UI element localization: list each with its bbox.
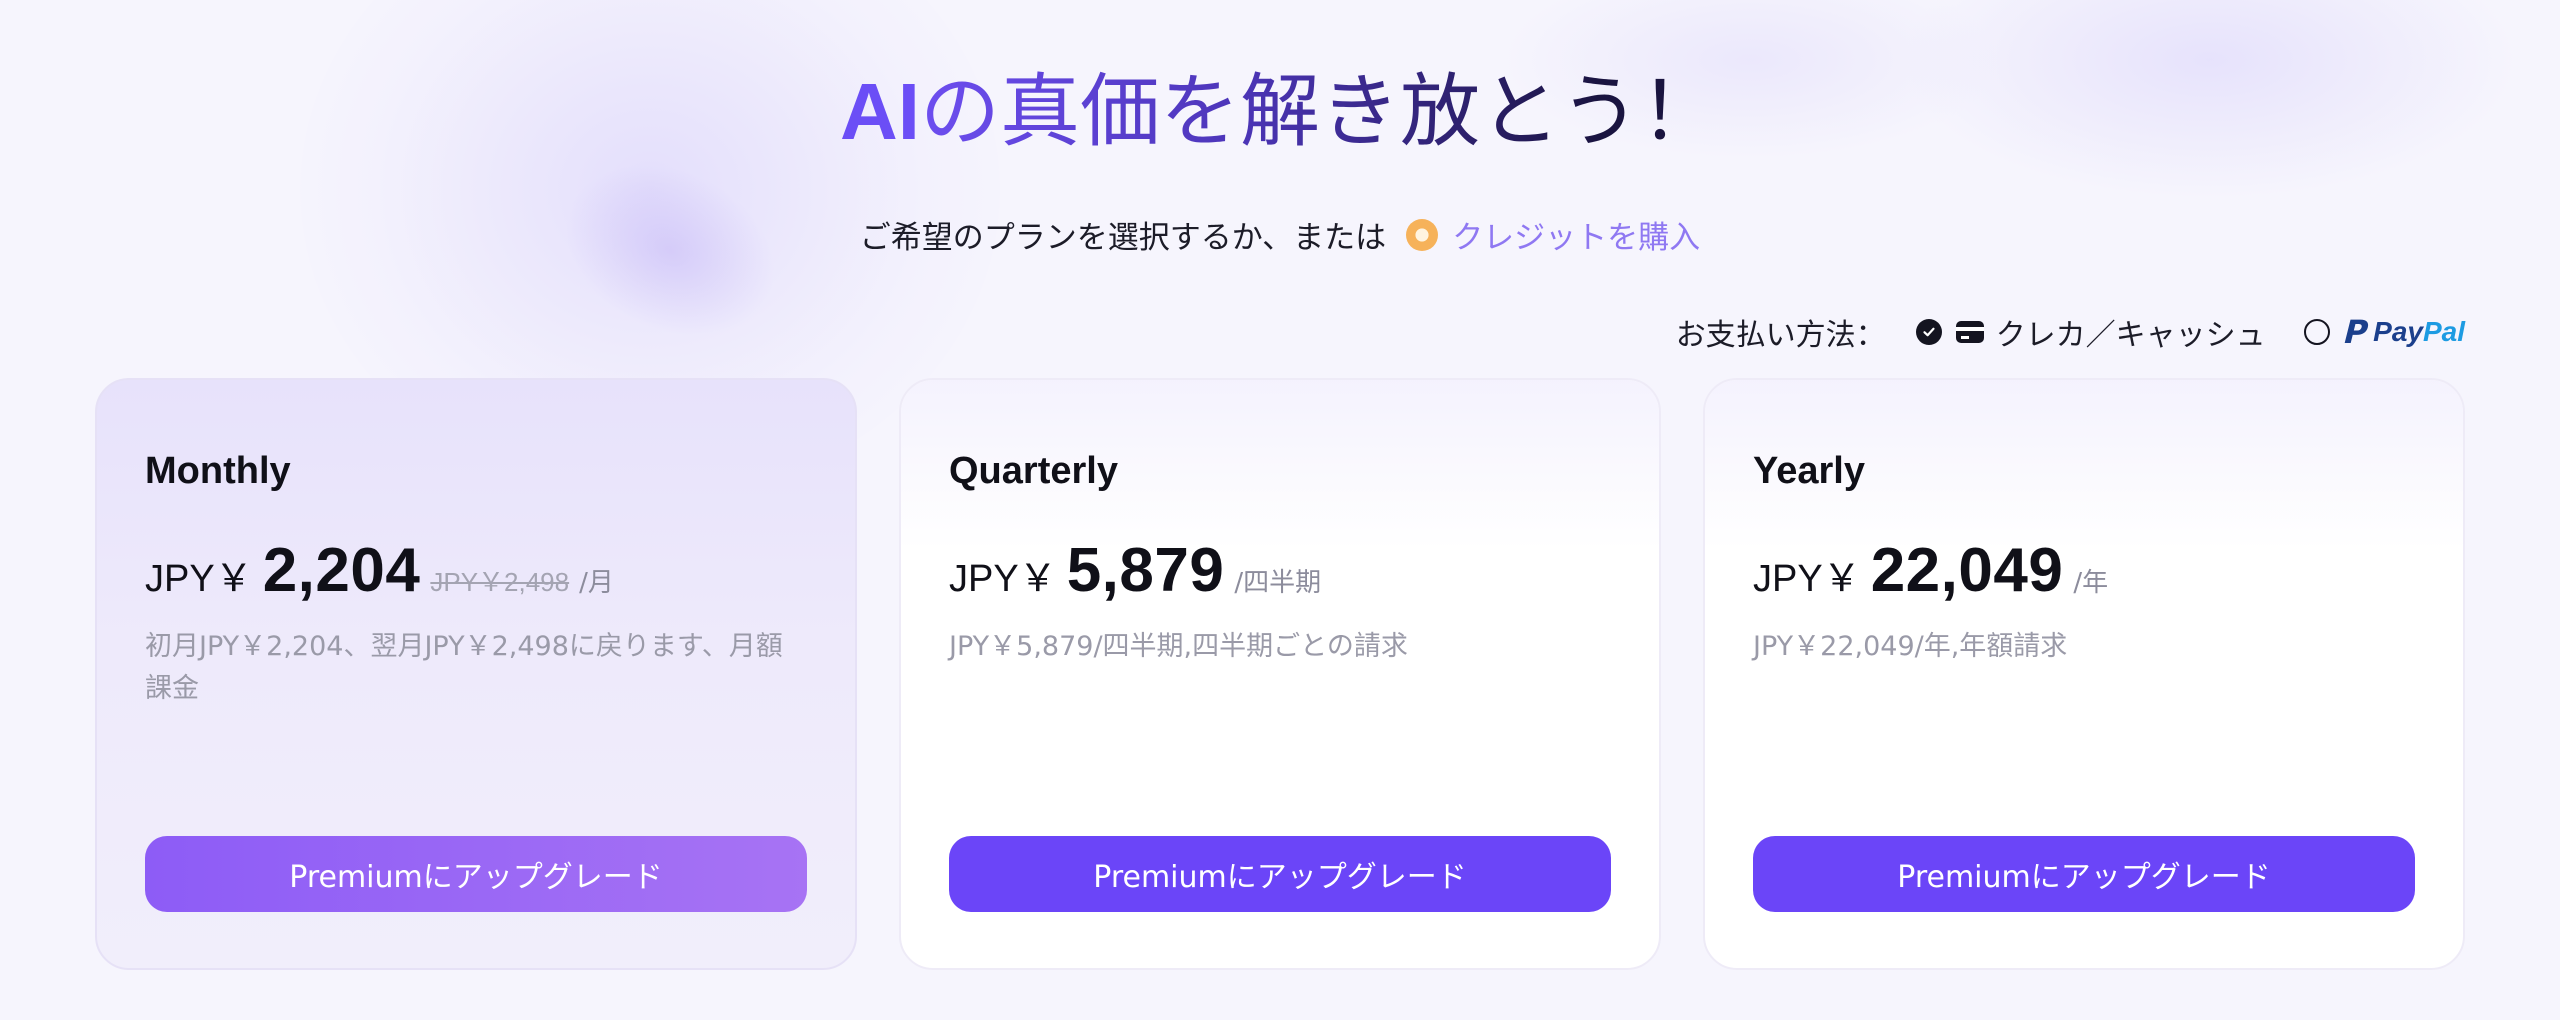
- price-amount: 22,049: [1870, 536, 2064, 605]
- payment-method-selector: お支払い方法： クレカ／キャッシュ 𝗣 Pay Pal: [1676, 310, 2465, 354]
- coin-icon: [1406, 218, 1439, 251]
- price-amount: 2,204: [262, 536, 421, 605]
- price-row: JPY￥ 2,204 JPY￥2,498 /月: [145, 535, 807, 606]
- price-row: JPY￥ 5,879 /四半期: [949, 535, 1611, 606]
- plan-name: Quarterly: [949, 450, 1118, 492]
- subtitle-text: ご希望のプランを選択するか、または: [859, 220, 1387, 256]
- upgrade-button-monthly[interactable]: Premiumにアップグレード: [145, 836, 807, 912]
- page-subtitle: ご希望のプランを選択するか、または クレジットを購入: [0, 212, 2560, 257]
- upgrade-button-yearly[interactable]: Premiumにアップグレード: [1753, 836, 2415, 912]
- paypal-logo[interactable]: 𝗣 Pay Pal: [2342, 313, 2465, 351]
- price-currency: JPY￥: [145, 558, 253, 600]
- page-title-rest: の真価を解き放とう！: [920, 65, 1720, 158]
- price-currency: JPY￥: [949, 558, 1057, 600]
- price-row: JPY￥ 22,049 /年: [1753, 535, 2415, 606]
- price-period: /四半期: [1234, 568, 1322, 598]
- plan-name: Monthly: [145, 450, 291, 492]
- payment-option-card-label[interactable]: クレカ／キャッシュ: [1996, 310, 2266, 354]
- plan-cards: Monthly JPY￥ 2,204 JPY￥2,498 /月 初月JPY￥2,…: [95, 378, 2465, 970]
- plan-description: 初月JPY￥2,204、翌月JPY￥2,498に戻ります、月額課金: [145, 631, 783, 704]
- payment-method-label: お支払い方法：: [1675, 318, 1886, 353]
- page-title-ai: AI: [840, 67, 920, 156]
- paypal-logo-pal: Pal: [2422, 316, 2465, 347]
- plan-card-yearly[interactable]: Yearly JPY￥ 22,049 /年 JPY￥22,049/年,年額請求 …: [1703, 378, 2465, 970]
- plan-card-quarterly[interactable]: Quarterly JPY￥ 5,879 /四半期 JPY￥5,879/四半期,…: [899, 378, 1661, 970]
- buy-credits-link[interactable]: クレジットを購入: [1452, 212, 1700, 257]
- paypal-radio[interactable]: [2303, 319, 2330, 345]
- card-radio-checked[interactable]: [1915, 319, 1942, 345]
- plan-description: JPY￥22,049/年,年額請求: [1753, 631, 2068, 662]
- plan-description: JPY￥5,879/四半期,四半期ごとの請求: [949, 631, 1408, 662]
- plan-card-monthly[interactable]: Monthly JPY￥ 2,204 JPY￥2,498 /月 初月JPY￥2,…: [95, 378, 857, 970]
- credit-card-icon: [1955, 321, 1984, 343]
- price-period: /年: [2073, 568, 2109, 598]
- price-amount: 5,879: [1066, 536, 1225, 605]
- page-title: AIの真価を解き放とう！: [0, 62, 2560, 162]
- paypal-logo-pay: Pay: [2373, 316, 2423, 347]
- paypal-icon: 𝗣: [2341, 314, 2366, 350]
- check-icon: [1923, 327, 1935, 337]
- price-period: /月: [579, 568, 614, 598]
- price-original: JPY￥2,498: [430, 567, 570, 597]
- upgrade-button-quarterly[interactable]: Premiumにアップグレード: [949, 836, 1611, 912]
- plan-name: Yearly: [1753, 450, 1865, 492]
- price-currency: JPY￥: [1753, 558, 1861, 600]
